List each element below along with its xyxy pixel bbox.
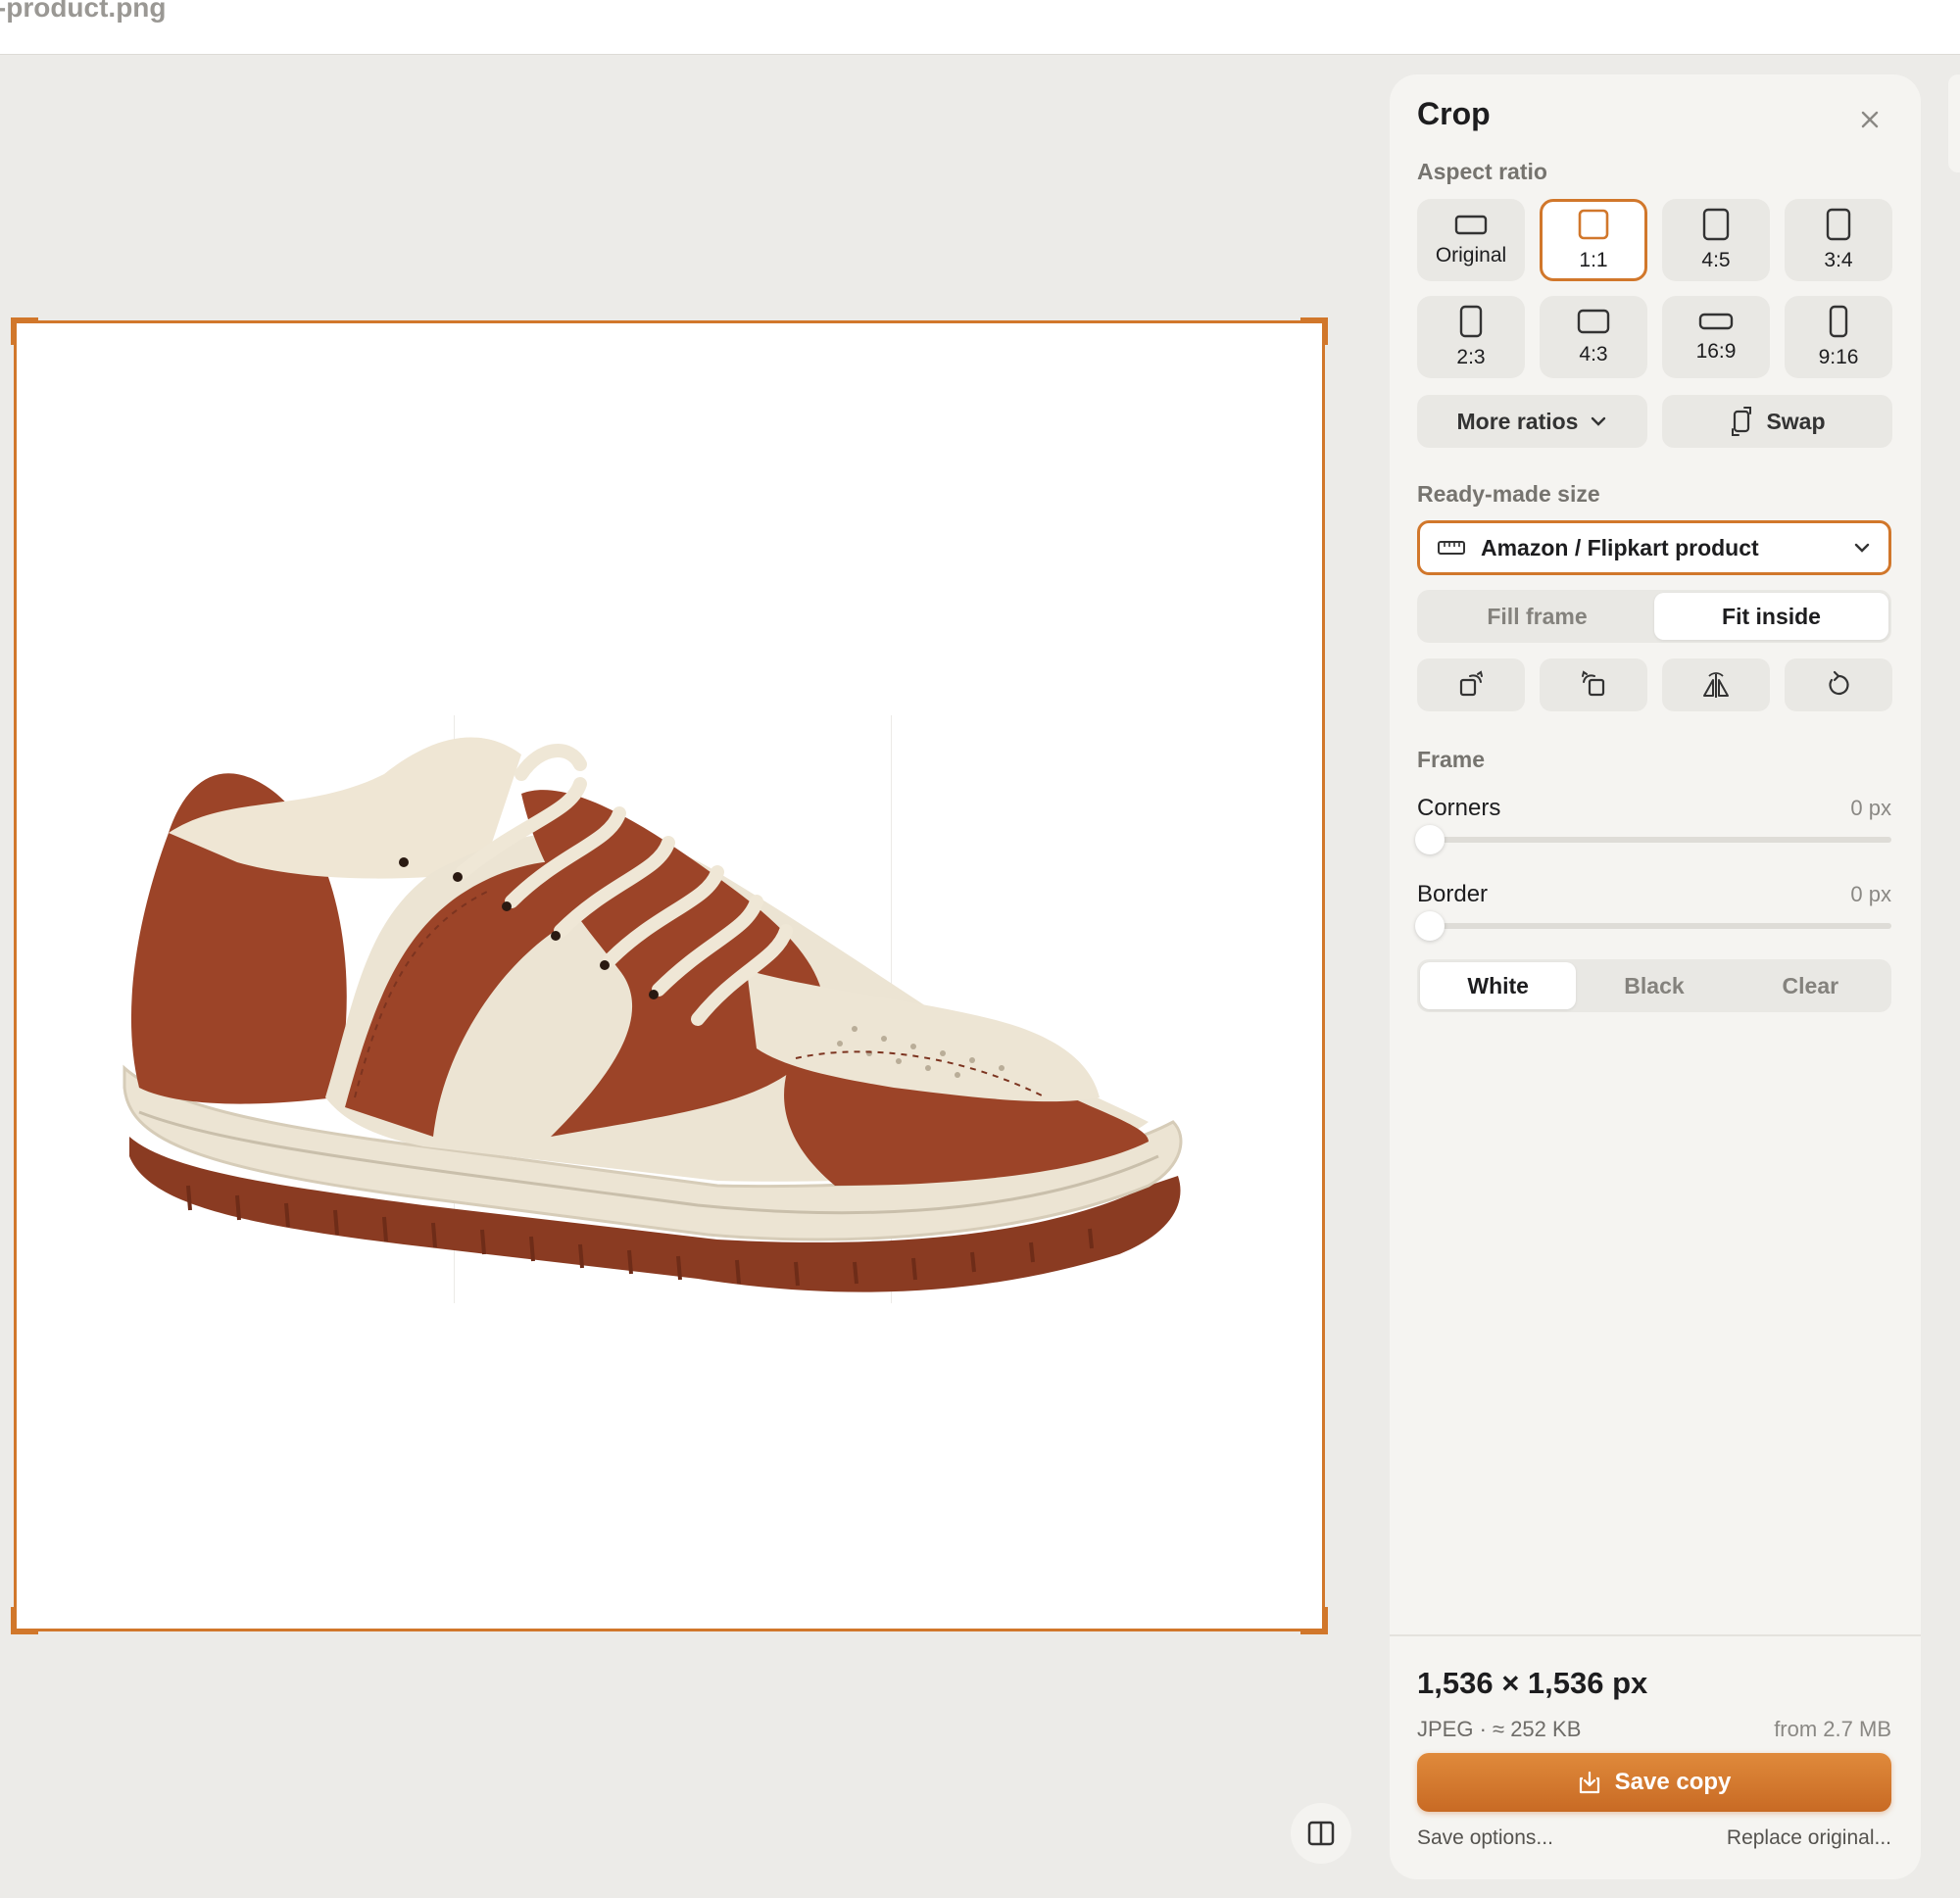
- crop-handle-bottom-left[interactable]: [11, 1607, 38, 1634]
- swap-orientation-icon: [1732, 407, 1752, 436]
- border-slider[interactable]: [1415, 911, 1891, 941]
- border-color-black[interactable]: Black: [1576, 962, 1732, 1009]
- ratio-original[interactable]: Original: [1417, 199, 1525, 281]
- ratio-3-4[interactable]: 3:4: [1785, 199, 1892, 281]
- rotate-right-button[interactable]: [1417, 658, 1525, 711]
- save-icon: [1579, 1771, 1599, 1794]
- save-copy-button[interactable]: Save copy: [1417, 1753, 1891, 1812]
- split-view-icon: [1307, 1821, 1335, 1846]
- crop-handle-top-left[interactable]: [11, 317, 38, 345]
- rotate-left-icon: [1582, 670, 1605, 697]
- rotate-left-button[interactable]: [1540, 658, 1647, 711]
- file-name: r-product.png: [0, 0, 167, 23]
- top-bar: r-product.png: [0, 0, 1960, 55]
- border-slider-thumb[interactable]: [1415, 911, 1445, 941]
- ratio-2-3[interactable]: 2:3: [1417, 296, 1525, 378]
- ratio-4-3[interactable]: 4:3: [1540, 296, 1647, 378]
- output-dimensions: 1,536 × 1,536 px: [1417, 1666, 1648, 1700]
- ratio-landscape-icon: [1577, 309, 1610, 334]
- ratio-square-icon: [1578, 209, 1609, 240]
- border-label: Border: [1417, 881, 1489, 907]
- crop-handle-top-right[interactable]: [1300, 317, 1328, 345]
- ratio-wide-icon: [1698, 313, 1734, 330]
- ratio-portrait-icon: [1459, 305, 1483, 338]
- corners-slider[interactable]: [1415, 825, 1891, 854]
- reset-button[interactable]: [1785, 658, 1892, 711]
- corners-slider-thumb[interactable]: [1415, 825, 1445, 854]
- reset-icon: [1829, 670, 1849, 696]
- ratio-16-9[interactable]: 16:9: [1662, 296, 1770, 378]
- ready-made-size-label: Ready-made size: [1417, 481, 1600, 507]
- corners-label: Corners: [1417, 795, 1501, 821]
- panel-divider: [1390, 1634, 1921, 1636]
- original-file-size: from 2.7 MB: [1774, 1717, 1891, 1741]
- ready-made-size-select[interactable]: Amazon / Flipkart product: [1417, 520, 1891, 575]
- replace-original-link[interactable]: Replace original...: [1727, 1826, 1891, 1850]
- panel-title: Crop: [1417, 96, 1491, 131]
- flip-horizontal-icon: [1703, 672, 1729, 698]
- more-ratios-button[interactable]: More ratios: [1417, 395, 1647, 448]
- crop-frame[interactable]: [11, 317, 1328, 1634]
- next-panel-edge: [1948, 74, 1960, 172]
- ratio-landscape-icon: [1454, 215, 1488, 235]
- border-value: 0 px: [1850, 882, 1891, 906]
- chevron-down-icon: [1854, 543, 1870, 553]
- fit-mode-segmented-control: Fill frame Fit inside: [1417, 590, 1891, 643]
- ratio-portrait-icon: [1826, 208, 1851, 241]
- corners-value: 0 px: [1850, 796, 1891, 820]
- aspect-ratio-label: Aspect ratio: [1417, 159, 1547, 184]
- ratio-4-5[interactable]: 4:5: [1662, 199, 1770, 281]
- ratio-9-16[interactable]: 9:16: [1785, 296, 1892, 378]
- fill-frame-option[interactable]: Fill frame: [1420, 593, 1654, 640]
- ratio-1-1[interactable]: 1:1: [1540, 199, 1647, 281]
- close-icon: [1861, 111, 1879, 128]
- chevron-down-icon: [1592, 416, 1606, 426]
- frame-label: Frame: [1417, 747, 1486, 772]
- crop-panel: Crop Aspect ratio Original 1:1 4:5 3:4 2…: [1390, 74, 1921, 1879]
- crop-handle-bottom-right[interactable]: [1300, 1607, 1328, 1634]
- fit-inside-option[interactable]: Fit inside: [1654, 593, 1888, 640]
- output-format: JPEG · ≈ 252 KB: [1417, 1717, 1582, 1741]
- swap-button[interactable]: Swap: [1662, 395, 1892, 448]
- border-color-white[interactable]: White: [1420, 962, 1577, 1009]
- ratio-portrait-icon: [1702, 208, 1730, 241]
- border-color-clear[interactable]: Clear: [1733, 962, 1888, 1009]
- ratio-tall-icon: [1829, 305, 1848, 338]
- save-options-link[interactable]: Save options...: [1417, 1826, 1553, 1850]
- ruler-icon: [1438, 541, 1465, 555]
- split-view-button[interactable]: [1291, 1803, 1351, 1864]
- product-image: [122, 737, 1183, 1292]
- border-color-segmented-control: White Black Clear: [1417, 959, 1891, 1012]
- flip-horizontal-button[interactable]: [1662, 658, 1770, 711]
- close-button[interactable]: [1850, 100, 1889, 139]
- rotate-right-icon: [1459, 670, 1483, 697]
